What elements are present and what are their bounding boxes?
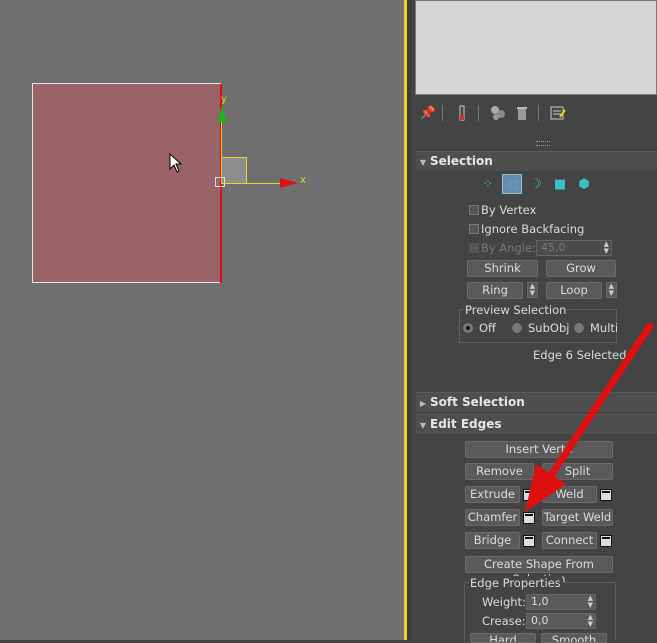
annotation-arrow-shaft <box>544 322 654 484</box>
annotation-arrow-head-icon <box>525 464 566 512</box>
annotation-arrow <box>525 322 654 512</box>
